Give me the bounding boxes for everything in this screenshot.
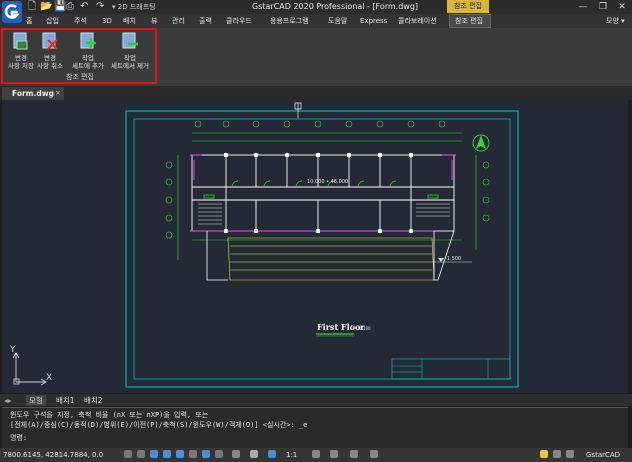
lock-icon[interactable] [330, 450, 338, 458]
command-history-line-1: 윈도우 구석을 지정, 축척 비율 (nX 또는 nXP)을 입력, 또는 [10, 411, 209, 419]
drawing-svg: -1.500 10,000 • 48,000 First Floor 1:100… [9, 102, 519, 388]
layout-nav-icon[interactable]: ◂▸ [4, 395, 12, 406]
document-tab-close-icon[interactable]: × [55, 88, 61, 99]
close-button[interactable]: ✕ [615, 0, 629, 14]
redo-icon[interactable]: ↷ [96, 1, 104, 13]
customize-icon[interactable] [566, 450, 574, 458]
command-history-line-2: [전체(A)/중심(C)/동적(D)/범위(E)/이전(P)/축척(S)/윈도우… [10, 421, 308, 429]
new-file-icon[interactable]: 🗋 [28, 1, 36, 13]
menu-annotate[interactable]: 주석 [74, 14, 87, 28]
area-label: 10,000 • 48,000 [307, 179, 348, 185]
sheet-outer-frame [125, 110, 519, 388]
isolate-icon[interactable] [268, 450, 276, 458]
lineweight-toggle-icon[interactable] [202, 450, 210, 458]
undo-icon[interactable]: ↶ [80, 1, 88, 13]
building-walls [191, 154, 455, 232]
hardware-accel-icon[interactable] [350, 450, 358, 458]
viewport-icon[interactable] [312, 450, 320, 458]
otrack-toggle-icon[interactable] [189, 450, 197, 458]
ramp-left-wall [206, 231, 228, 281]
stairs [198, 203, 450, 225]
grid-toggle-icon[interactable] [137, 450, 145, 458]
menu-apps[interactable]: 응용프로그램 [270, 14, 309, 28]
drawing-canvas[interactable]: -1.500 10,000 • 48,000 First Floor 1:100… [2, 100, 628, 393]
app-logo-icon[interactable] [2, 1, 22, 23]
command-prompt[interactable]: 명령: [10, 434, 27, 443]
polar-toggle-icon[interactable] [163, 450, 171, 458]
clean-screen-icon[interactable] [370, 450, 378, 458]
menu-output[interactable]: 출력 [199, 14, 212, 28]
maximize-button[interactable]: ❐ [596, 0, 610, 14]
zoom-scale[interactable]: 1:1 [286, 449, 297, 461]
workspace-dropdown[interactable]: ▾ 2D 드래프팅 [112, 1, 156, 13]
dyn-toggle-icon[interactable] [215, 450, 223, 458]
minimize-button[interactable]: — [576, 0, 590, 14]
workspace-icon[interactable] [250, 450, 258, 458]
menu-cloud[interactable]: 클라우드 [226, 14, 252, 28]
workspace-label: 2D 드래프팅 [117, 3, 156, 11]
ortho-toggle-icon[interactable] [150, 450, 158, 458]
menu-bar [0, 14, 632, 28]
osnap-toggle-icon[interactable] [176, 450, 184, 458]
menu-view[interactable]: 뷰 [151, 14, 157, 28]
cursor-coordinates: 7800.6145, 42814.7884, 0.0 [3, 451, 104, 459]
open-file-icon[interactable]: 📂 [40, 1, 52, 13]
menu-express[interactable]: Express [360, 14, 387, 28]
notification-icon[interactable] [540, 450, 548, 458]
brand-label: GstarCAD [586, 451, 621, 459]
title-block [391, 358, 511, 380]
tab-model[interactable]: 모형 [26, 395, 46, 406]
tab-layout2[interactable]: 배치2 [84, 395, 103, 406]
document-tab-strip [0, 86, 632, 100]
appearance-dropdown[interactable]: 모양 ▾ [606, 14, 625, 28]
ucs-y-label: Y [9, 345, 16, 355]
menu-manage[interactable]: 관리 [172, 14, 185, 28]
elevation-label: -1.500 [445, 256, 461, 262]
menu-insert[interactable]: 삽입 [46, 14, 59, 28]
ribbon-group-highlight [1, 28, 157, 84]
menu-help[interactable]: 도움말 [328, 14, 347, 28]
ucs-icon [12, 352, 47, 386]
context-tab-indicator: 참조 편집 [447, 0, 489, 13]
window-title: GstarCAD 2020 Professional - [Form.dwg] [252, 2, 419, 11]
print-icon[interactable]: ⎙ [66, 1, 74, 13]
fullscreen-icon[interactable] [553, 450, 561, 458]
document-tab-label: Form.dwg [12, 89, 55, 98]
structural-columns [224, 153, 413, 233]
menu-refedit[interactable]: 참조 편집 [455, 14, 483, 28]
menu-layout[interactable]: 배치 [123, 14, 136, 28]
menu-collaboration[interactable]: 콜라보레이션 [398, 14, 437, 28]
ramp-area [227, 237, 435, 281]
annotation-scale-icon[interactable] [232, 450, 240, 458]
tab-layout1[interactable]: 배치1 [56, 395, 75, 406]
save-icon[interactable]: 💾 [54, 1, 66, 13]
magenta-accents [190, 154, 456, 232]
menu-3d[interactable]: 3D [102, 14, 112, 28]
ucs-x-label: X [46, 373, 52, 383]
menu-home[interactable]: 홈 [26, 14, 32, 28]
plan-scale: 1:100 [359, 326, 371, 331]
snap-toggle-icon[interactable] [124, 450, 132, 458]
